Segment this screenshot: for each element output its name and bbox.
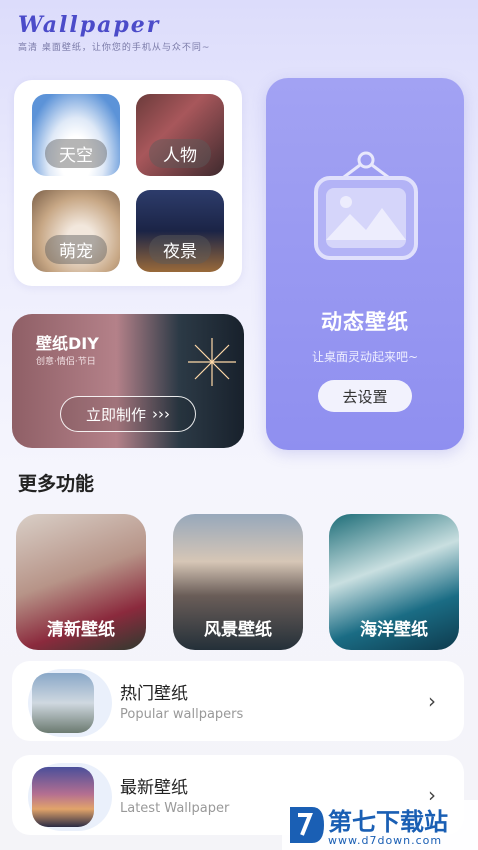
list-item-subtitle: Popular wallpapers bbox=[120, 707, 244, 722]
category-sky[interactable]: 天空 bbox=[32, 94, 120, 176]
feature-label: 海洋壁纸 bbox=[360, 620, 428, 640]
thumbnail-wrap bbox=[28, 669, 112, 737]
category-label: 萌宠 bbox=[45, 235, 107, 264]
chevron-right-icon: › bbox=[428, 689, 436, 713]
feature-label: 清新壁纸 bbox=[47, 620, 115, 640]
make-now-button[interactable]: 立即制作 ››› bbox=[60, 396, 196, 432]
dynamic-wallpaper-card[interactable]: 动态壁纸 让桌面灵动起来吧~ 去设置 bbox=[266, 78, 464, 450]
diy-subtitle: 创意·情侣·节日 bbox=[36, 357, 96, 367]
category-card: 天空 人物 萌宠 夜景 bbox=[14, 80, 242, 286]
category-pet[interactable]: 萌宠 bbox=[32, 190, 120, 272]
watermark-url: www.d7down.com bbox=[328, 834, 443, 847]
feature-scenery[interactable]: 风景壁纸 bbox=[173, 514, 303, 650]
make-now-label: 立即制作 bbox=[85, 405, 146, 424]
site-watermark: 第七下载站 www.d7down.com bbox=[282, 800, 478, 850]
picture-frame-icon bbox=[314, 151, 418, 260]
watermark-logo-icon bbox=[290, 807, 324, 843]
feature-label: 风景壁纸 bbox=[204, 620, 272, 640]
category-night[interactable]: 夜景 bbox=[136, 190, 224, 272]
thumbnail bbox=[32, 673, 94, 733]
app-tagline: 高清 桌面壁纸，让你您的手机从与众不同~ bbox=[18, 43, 211, 53]
category-label: 夜景 bbox=[149, 235, 211, 264]
category-person[interactable]: 人物 bbox=[136, 94, 224, 176]
thumbnail-wrap bbox=[28, 763, 112, 831]
list-item-subtitle: Latest Wallpaper bbox=[120, 801, 230, 816]
fireworks-icon bbox=[188, 338, 236, 386]
app-header: Wallpaper 高清 桌面壁纸，让你您的手机从与众不同~ bbox=[18, 12, 210, 53]
diy-title: 壁纸DIY bbox=[36, 334, 99, 353]
arrows-icon: ››› bbox=[152, 405, 170, 423]
category-label: 天空 bbox=[45, 139, 107, 168]
watermark-text: 第七下载站 bbox=[328, 808, 448, 836]
list-item-popular[interactable]: 热门壁纸 Popular wallpapers › bbox=[12, 661, 464, 741]
list-item-title: 热门壁纸 bbox=[120, 684, 188, 704]
diy-card[interactable]: 壁纸DIY 创意·情侣·节日 立即制作 ››› bbox=[12, 314, 244, 448]
more-features-title: 更多功能 bbox=[18, 473, 95, 495]
dynamic-title: 动态壁纸 bbox=[321, 310, 409, 334]
thumbnail bbox=[32, 767, 94, 827]
feature-fresh[interactable]: 清新壁纸 bbox=[16, 514, 146, 650]
go-settings-button[interactable]: 去设置 bbox=[318, 380, 412, 412]
app-logo: Wallpaper bbox=[18, 12, 161, 38]
list-item-title: 最新壁纸 bbox=[120, 778, 188, 798]
dynamic-subtitle: 让桌面灵动起来吧~ bbox=[311, 350, 419, 364]
category-label: 人物 bbox=[149, 139, 211, 168]
feature-ocean[interactable]: 海洋壁纸 bbox=[329, 514, 459, 650]
